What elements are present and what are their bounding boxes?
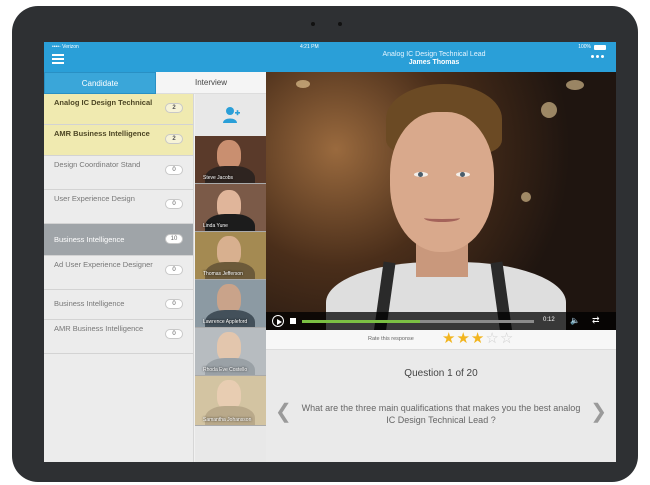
mouth (424, 214, 460, 222)
candidate-name: Linda Yune (203, 223, 228, 229)
tab-interview[interactable]: Interview (156, 72, 266, 94)
rating-label: Rate this response (368, 336, 414, 342)
progress-track[interactable] (302, 320, 534, 323)
background-light (521, 192, 531, 202)
sensor-dot (338, 22, 342, 26)
app-screen: ••••◦ Verizon 4:21 PM 100% Analog IC Des… (44, 42, 616, 462)
count-badge: 0 (165, 299, 183, 309)
star-icon[interactable]: ☆ (500, 331, 513, 347)
list-item-design-coordinator[interactable]: Design Coordinator Stand 0 (44, 156, 193, 190)
list-item-label: AMR Business Intelligence (54, 324, 144, 333)
video-player[interactable]: 0:12 🔈 ⇄ (266, 72, 616, 330)
list-item-business-intelligence-selected[interactable]: Business Intelligence 10 (44, 224, 193, 256)
chevron-right-icon[interactable]: ❯ (590, 402, 607, 422)
background-light (566, 80, 584, 90)
status-time: 4:21 PM (300, 44, 319, 50)
star-icon[interactable]: ★ (471, 331, 484, 347)
count-badge: 2 (165, 134, 183, 144)
add-candidate-button[interactable] (195, 94, 266, 136)
count-badge: 2 (165, 103, 183, 113)
add-user-icon (222, 107, 240, 123)
candidate-name: Thomas Jefferson (203, 271, 243, 277)
progress-fill (302, 320, 421, 323)
star-rating: ★ ★ ★ ☆ ☆ (442, 331, 513, 347)
candidate-strip: Steve Jacobs Linda Yune Thomas Jefferson… (195, 94, 266, 462)
list-item-business-intelligence[interactable]: Business Intelligence 0 (44, 290, 193, 320)
background-light (541, 102, 557, 118)
avatar-body (205, 406, 255, 425)
candidate-name-title: James Thomas (408, 59, 460, 66)
question-area: Question 1 of 20 ❮ What are the three ma… (266, 350, 616, 462)
header-title: Analog IC Design Technical Lead James Th… (344, 51, 524, 67)
repeat-icon[interactable]: ⇄ (592, 315, 600, 326)
more-options-icon[interactable] (591, 55, 604, 58)
candidate-thumb-linda[interactable]: Linda Yune (195, 184, 266, 232)
list-item-label: Business Intelligence (54, 299, 125, 308)
play-button[interactable] (272, 315, 284, 327)
candidate-thumb-samantha[interactable]: Samantha Johansson (195, 376, 266, 426)
tab-candidate[interactable]: Candidate (44, 72, 156, 94)
count-badge: 0 (165, 199, 183, 209)
list-item-amr-bi[interactable]: AMR Business Intelligence 2 (44, 125, 193, 156)
list-item-label: Business Intelligence (54, 235, 125, 244)
interviewee-face (390, 112, 494, 252)
candidate-name: Steve Jacobs (203, 175, 234, 181)
volume-icon[interactable]: 🔈 (570, 316, 580, 325)
list-item-label: User Experience Design (54, 194, 135, 203)
question-text: What are the three main qualifications t… (301, 403, 581, 425)
star-icon[interactable]: ★ (456, 331, 469, 347)
carrier-status: ••••◦ Verizon (52, 44, 79, 50)
candidate-name: Lawrence Appleford (203, 319, 248, 325)
player-controls: 0:12 🔈 ⇄ (266, 312, 616, 330)
star-icon[interactable]: ★ (442, 331, 455, 347)
list-item-user-experience[interactable]: User Experience Design 0 (44, 190, 193, 224)
count-badge: 0 (165, 265, 183, 275)
hamburger-menu-icon[interactable] (52, 54, 64, 64)
panel-tabs: Candidate Interview (44, 72, 266, 94)
candidate-name: Rhoda Eve Costello (203, 367, 248, 373)
candidate-thumb-rhoda[interactable]: Rhoda Eve Costello (195, 328, 266, 376)
rating-bar: Rate this response ★ ★ ★ ☆ ☆ (266, 330, 616, 350)
count-badge: 0 (165, 165, 183, 175)
eye (414, 172, 428, 177)
eye (456, 172, 470, 177)
battery-status: 100% (578, 44, 606, 50)
count-badge: 10 (165, 234, 183, 244)
list-item-ad-user-experience[interactable]: Ad User Experience Designer 0 (44, 256, 193, 290)
list-item-label: Ad User Experience Designer (54, 260, 153, 269)
list-item-amr-bi-2[interactable]: AMR Business Intelligence 0 (44, 320, 193, 354)
background-light (296, 80, 310, 88)
candidate-thumb-steve[interactable]: Steve Jacobs (195, 136, 266, 184)
list-item-label: Design Coordinator Stand (54, 160, 141, 169)
battery-percent: 100% (578, 44, 591, 50)
list-item-label: AMR Business Intelligence (54, 129, 150, 138)
stop-button[interactable] (290, 318, 296, 324)
question-counter: Question 1 of 20 (404, 368, 478, 379)
star-icon[interactable]: ☆ (485, 331, 498, 347)
candidate-thumb-lawrence[interactable]: Lawrence Appleford (195, 280, 266, 328)
battery-icon (594, 44, 606, 50)
count-badge: 0 (165, 329, 183, 339)
top-bar: ••••◦ Verizon 4:21 PM 100% Analog IC Des… (44, 42, 616, 72)
chevron-left-icon[interactable]: ❮ (275, 402, 292, 422)
candidate-thumb-thomas[interactable]: Thomas Jefferson (195, 232, 266, 280)
position-list: Analog IC Design Technical 2 AMR Busines… (44, 94, 194, 462)
job-title: Analog IC Design Technical Lead (382, 51, 486, 58)
candidate-name: Samantha Johansson (203, 417, 252, 423)
list-item-analog-ic[interactable]: Analog IC Design Technical 2 (44, 94, 193, 125)
camera-dot (311, 22, 315, 26)
playback-time: 0:12 (543, 317, 555, 323)
list-item-label: Analog IC Design Technical (54, 98, 153, 107)
